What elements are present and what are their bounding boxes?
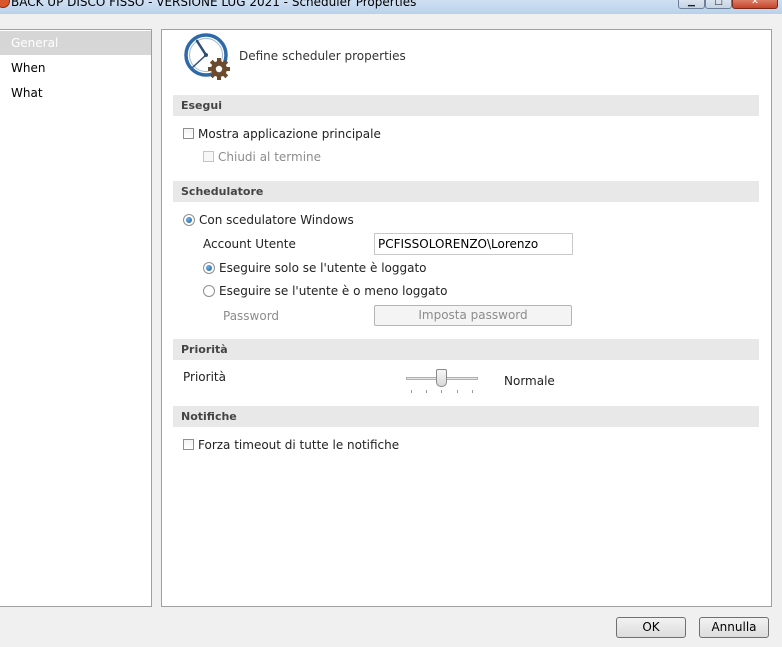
force-timeout-label: Forza timeout di tutte le notifiche — [198, 438, 400, 452]
sidebar: General When What — [0, 29, 152, 607]
force-timeout-checkbox[interactable]: Forza timeout di tutte le notifiche — [183, 437, 399, 453]
slider-tick — [472, 390, 473, 393]
main-panel: Define scheduler properties Esegui Mostr… — [161, 29, 772, 607]
title-bar: BACK UP DISCO FISSO - VERSIONE LUG 2021 … — [0, 0, 782, 14]
minimize-icon: ▁ — [688, 0, 695, 7]
run-logged-only-label: Eseguire solo se l'utente è loggato — [219, 261, 427, 275]
close-button[interactable]: ✕ — [732, 0, 778, 9]
section-notifiche-header: Notifiche — [173, 406, 759, 427]
slider-tick — [426, 390, 427, 393]
maximize-icon: □ — [714, 0, 723, 7]
window-title: BACK UP DISCO FISSO - VERSIONE LUG 2021 … — [11, 0, 417, 9]
close-icon: ✕ — [751, 0, 759, 7]
priority-label: Priorità — [183, 370, 226, 384]
slider-tick — [411, 390, 412, 393]
sidebar-item-when[interactable]: When — [0, 56, 151, 80]
checkbox-box[interactable] — [183, 439, 194, 450]
sidebar-item-what[interactable]: What — [0, 81, 151, 105]
checkbox-box — [203, 151, 214, 162]
radio-circle[interactable] — [183, 213, 195, 226]
cancel-button[interactable]: Annulla — [699, 617, 769, 638]
windows-scheduler-label: Con scedulatore Windows — [199, 213, 354, 227]
priority-slider-thumb[interactable] — [436, 369, 447, 387]
page-title: Define scheduler properties — [239, 49, 406, 63]
run-always-label: Eseguire se l'utente è o meno loggato — [219, 284, 448, 298]
slider-tick — [441, 390, 442, 393]
ok-button[interactable]: OK — [616, 617, 686, 638]
close-at-end-label: Chiudi al termine — [218, 150, 322, 164]
minimize-button[interactable]: ▁ — [678, 0, 705, 9]
section-esegui-header: Esegui — [173, 95, 759, 116]
sidebar-item-general[interactable]: General — [0, 31, 151, 55]
run-logged-only-radio[interactable]: Eseguire solo se l'utente è loggato — [203, 260, 427, 276]
run-always-radio[interactable]: Eseguire se l'utente è o meno loggato — [203, 283, 447, 299]
windows-scheduler-radio[interactable]: Con scedulatore Windows — [183, 212, 354, 228]
maximize-button[interactable]: □ — [705, 0, 732, 9]
section-schedulatore-header: Schedulatore — [173, 181, 759, 202]
app-icon[interactable] — [0, 0, 10, 8]
close-at-end-checkbox: Chiudi al termine — [203, 149, 321, 165]
show-main-app-label: Mostra applicazione principale — [198, 127, 381, 141]
show-main-app-checkbox[interactable]: Mostra applicazione principale — [183, 126, 381, 142]
radio-circle[interactable] — [203, 284, 215, 297]
radio-circle[interactable] — [203, 261, 215, 274]
checkbox-box[interactable] — [183, 128, 194, 139]
slider-tick — [457, 390, 458, 393]
password-label: Password — [223, 309, 280, 323]
set-password-button[interactable]: Imposta password — [374, 305, 572, 326]
section-priorita-header: Priorità — [173, 339, 759, 360]
account-field[interactable]: PCFISSOLORENZO\Lorenzo — [374, 233, 573, 255]
priority-value: Normale — [504, 374, 555, 388]
account-label: Account Utente — [203, 237, 296, 251]
clock-gear-icon — [184, 33, 230, 80]
